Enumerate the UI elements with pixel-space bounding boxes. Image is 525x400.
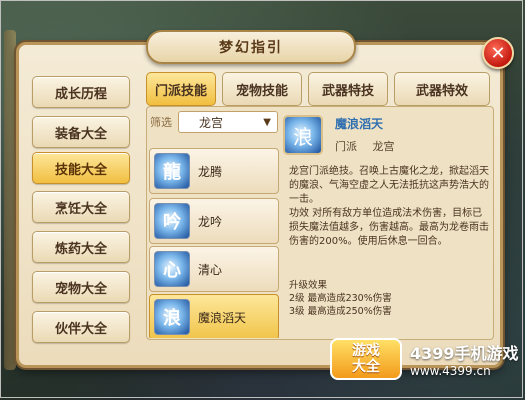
tab-school-skills[interactable]: 门派技能 (146, 72, 216, 106)
detail-header: 浪 魔浪滔天 门派 龙宫 (283, 115, 491, 161)
skill-detail: 浪 魔浪滔天 门派 龙宫 龙宫门派绝技。召唤上古魔化之龙，掀起滔天的魔浪、气海空… (283, 115, 491, 340)
brand-name: 4399手机游戏 (410, 344, 519, 363)
school-value: 龙宫 (372, 140, 395, 153)
tab-pet-skills[interactable]: 宠物技能 (222, 72, 302, 106)
badge-line-1: 游戏 (352, 343, 380, 359)
list-item[interactable]: 吟 龙吟 (149, 198, 279, 244)
4399-logo: 游戏 大全 (330, 338, 402, 380)
detail-description: 龙宫门派绝技。召唤上古魔化之龙，掀起滔天的魔浪、气海空虚之人无法抵抗这声势浩大的… (289, 165, 489, 249)
sidebar-item-partners[interactable]: 伙伴大全 (32, 311, 130, 343)
skill-name: 龙腾 (198, 164, 223, 179)
skill-list: 龍 龙腾 吟 龙吟 心 清心 浪 魔浪滔天 (149, 140, 280, 338)
filter-row: 筛选 龙宫 ▼ (150, 110, 280, 134)
effect-text: 功效 对所有敌方单位造成法术伤害，目标已损失魔法值越多，伤害越高。最高为龙卷雨击… (289, 208, 489, 247)
upgrade-line: 2级 最高造成230%伤害 (289, 293, 392, 304)
wave-skill-icon: 浪 (154, 299, 190, 335)
detail-title: 魔浪滔天 (335, 117, 384, 131)
tab-weapon-effects[interactable]: 武器特效 (394, 72, 490, 106)
clear-mind-icon: 心 (154, 251, 190, 287)
dragon-skill-icon: 龍 (154, 153, 190, 189)
school-select[interactable]: 龙宫 ▼ (178, 111, 278, 133)
chevron-down-icon: ▼ (263, 116, 271, 128)
sidebar-item-skills[interactable]: 技能大全 (32, 152, 130, 184)
watermark: 游戏 大全 4399手机游戏 www.4399.cn (330, 338, 519, 380)
list-item[interactable]: 龍 龙腾 (149, 148, 279, 194)
sidebar-item-cooking[interactable]: 烹饪大全 (32, 191, 130, 223)
close-icon: ✕ (490, 42, 506, 64)
upgrade-title: 升级效果 (289, 280, 328, 291)
close-button[interactable]: ✕ (482, 37, 514, 69)
wave-skill-icon: 浪 (283, 115, 323, 155)
tab-weapon-skills[interactable]: 武器特技 (308, 72, 388, 106)
skill-name: 魔浪滔天 (198, 310, 247, 325)
filter-label: 筛选 (150, 116, 172, 129)
sidebar-item-equipment[interactable]: 装备大全 (32, 116, 130, 148)
sidebar-item-growth[interactable]: 成长历程 (32, 76, 130, 108)
list-item[interactable]: 浪 魔浪滔天 (149, 294, 279, 338)
brand: 4399手机游戏 www.4399.cn (410, 340, 519, 378)
tab-bar: 门派技能 宠物技能 武器特技 武器特效 (146, 72, 490, 108)
description-text: 龙宫门派绝技。召唤上古魔化之龙，掀起滔天的魔浪、气海空虚之人无法抵抗这声势浩大的… (289, 166, 489, 205)
sidebar: 成长历程 装备大全 技能大全 烹饪大全 炼药大全 宠物大全 伙伴大全 (22, 60, 148, 365)
school-select-value: 龙宫 (199, 115, 224, 130)
skill-name: 龙吟 (198, 214, 223, 229)
skill-name: 清心 (198, 262, 223, 277)
brand-url: www.4399.cn (410, 364, 491, 378)
dragon-roar-icon: 吟 (154, 203, 190, 239)
detail-meta: 魔浪滔天 门派 龙宫 (335, 115, 407, 154)
school-label: 门派 (335, 140, 357, 153)
detail-school: 门派 龙宫 (335, 138, 407, 154)
upgrade-section: 升级效果 2级 最高造成230%伤害 3级 最高造成250%伤害 (289, 279, 489, 318)
sidebar-item-pets[interactable]: 宠物大全 (32, 271, 130, 303)
window-title: 梦幻指引 (146, 30, 356, 64)
upgrade-line: 3级 最高造成250%伤害 (289, 306, 392, 317)
sidebar-item-alchemy[interactable]: 炼药大全 (32, 231, 130, 263)
list-item[interactable]: 心 清心 (149, 246, 279, 292)
badge-line-2: 大全 (352, 359, 380, 375)
